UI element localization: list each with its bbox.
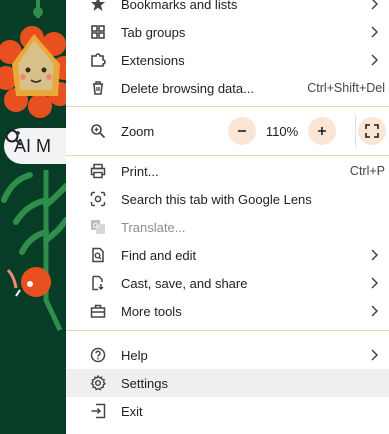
chevron-right-icon bbox=[371, 26, 379, 38]
zoom-in-button[interactable] bbox=[308, 117, 336, 145]
translate-icon: G bbox=[90, 219, 106, 235]
lens-icon bbox=[90, 191, 106, 207]
chevron-right-icon bbox=[371, 0, 379, 10]
menu-item-label: Print... bbox=[121, 163, 159, 179]
find-icon bbox=[90, 247, 106, 263]
menu-separator bbox=[66, 330, 389, 331]
chevron-right-icon bbox=[371, 349, 379, 361]
plus-icon bbox=[318, 127, 326, 135]
star-icon bbox=[90, 0, 106, 12]
menu-item-label: Settings bbox=[121, 375, 168, 391]
menu-item-label: Translate... bbox=[121, 219, 186, 235]
chevron-right-icon bbox=[371, 54, 379, 66]
exit-icon bbox=[90, 403, 106, 419]
menu-item-exit[interactable]: Exit bbox=[66, 397, 389, 425]
tab-groups-icon bbox=[90, 24, 106, 40]
menu-item-label: Find and edit bbox=[121, 247, 197, 263]
background-doodle: AI M bbox=[0, 0, 70, 429]
menu-item-more-tools[interactable]: More tools bbox=[66, 297, 389, 325]
menu-item-help[interactable]: Help bbox=[66, 341, 389, 369]
menu-item-label: More tools bbox=[121, 303, 182, 319]
shortcut-text: Ctrl+Shift+Del bbox=[307, 81, 385, 95]
chrome-main-menu: Bookmarks and lists Tab groups Extension… bbox=[66, 0, 389, 434]
shortcut-text: Ctrl+P bbox=[349, 164, 385, 178]
zoom-divider bbox=[355, 115, 356, 147]
menu-item-tab-groups[interactable]: Tab groups bbox=[66, 18, 389, 46]
menu-item-label: Cast, save, and share bbox=[121, 275, 248, 291]
chevron-right-icon bbox=[371, 249, 379, 261]
trash-icon bbox=[90, 80, 106, 96]
menu-item-label: Tab groups bbox=[121, 24, 186, 40]
lens-search-icon bbox=[5, 129, 22, 146]
menu-item-label: Bookmarks and lists bbox=[121, 0, 238, 12]
menu-item-search-with-google-lens[interactable]: Search this tab with Google Lens bbox=[66, 185, 389, 213]
svg-text:G: G bbox=[93, 223, 98, 230]
menu-separator bbox=[66, 155, 389, 156]
menu-item-label: Help bbox=[121, 347, 148, 363]
menu-item-find-and-edit[interactable]: Find and edit bbox=[66, 241, 389, 269]
menu-item-print[interactable]: Print... Ctrl+P bbox=[66, 157, 389, 185]
zoom-out-button[interactable] bbox=[228, 117, 256, 145]
zoom-magnifier-icon bbox=[90, 123, 106, 139]
doodle-illustration bbox=[0, 0, 70, 429]
menu-item-label: Extensions bbox=[121, 52, 185, 68]
background-search-chip: AI M bbox=[4, 128, 70, 164]
menu-item-label: Exit bbox=[121, 403, 143, 419]
menu-item-bookmarks-and-lists[interactable]: Bookmarks and lists bbox=[66, 0, 389, 18]
menu-item-translate: G Translate... bbox=[66, 213, 389, 241]
zoom-level: 110% bbox=[265, 124, 299, 139]
fullscreen-button[interactable] bbox=[358, 117, 386, 145]
menu-item-extensions[interactable]: Extensions bbox=[66, 46, 389, 74]
menu-item-zoom: Zoom 110% bbox=[66, 112, 389, 150]
puzzle-icon bbox=[90, 52, 106, 68]
menu-item-label: Search this tab with Google Lens bbox=[121, 191, 312, 207]
gear-icon bbox=[90, 375, 106, 391]
cast-save-icon bbox=[90, 275, 106, 291]
help-icon bbox=[90, 347, 106, 363]
menu-item-label: Delete browsing data... bbox=[121, 80, 254, 96]
chevron-right-icon bbox=[371, 305, 379, 317]
menu-separator bbox=[66, 106, 389, 107]
printer-icon bbox=[90, 163, 106, 179]
menu-item-delete-browsing-data[interactable]: Delete browsing data... Ctrl+Shift+Del bbox=[66, 74, 389, 102]
chevron-right-icon bbox=[371, 277, 379, 289]
menu-item-settings[interactable]: Settings bbox=[66, 369, 389, 397]
fullscreen-icon bbox=[365, 124, 379, 138]
minus-icon bbox=[238, 130, 246, 132]
menu-item-cast-save-share[interactable]: Cast, save, and share bbox=[66, 269, 389, 297]
zoom-label: Zoom bbox=[121, 124, 155, 139]
toolbox-icon bbox=[90, 303, 106, 319]
